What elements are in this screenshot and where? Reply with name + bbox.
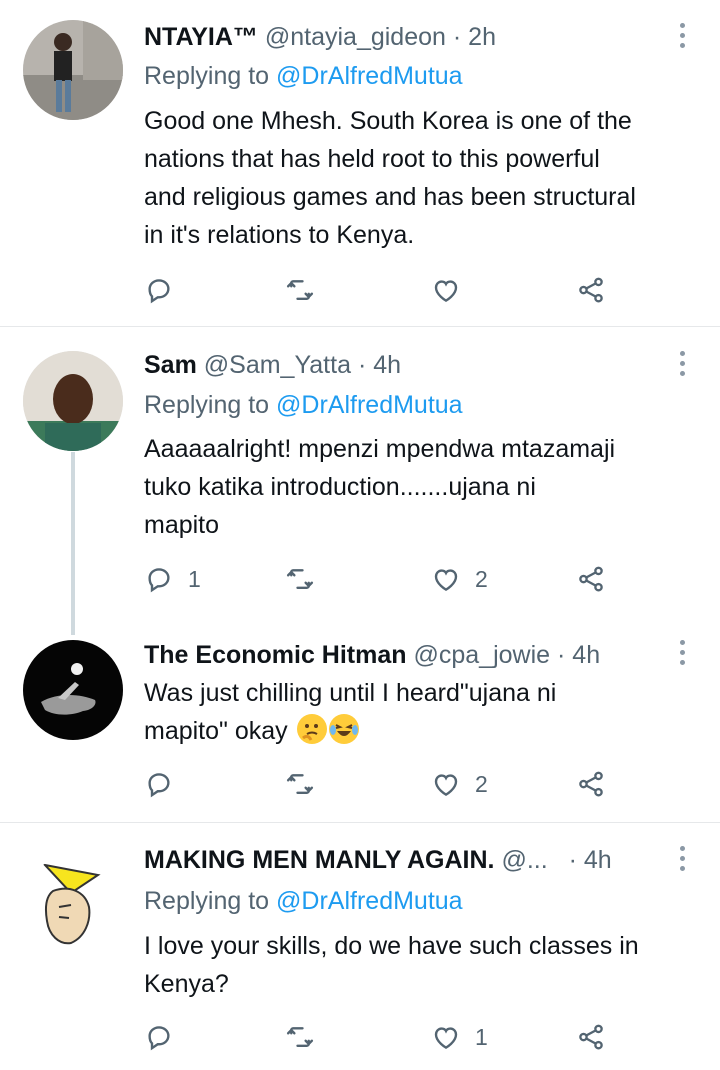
heart-icon <box>434 774 458 796</box>
tweet-text-line: Aaaaaalright! mpenzi mpendwa mtazamaji <box>144 435 616 463</box>
like-button[interactable] <box>431 270 475 310</box>
timestamp[interactable]: 4h <box>584 846 612 874</box>
reply-button[interactable]: 1 <box>144 559 201 599</box>
separator: · <box>557 641 566 669</box>
retweet-icon <box>286 569 314 589</box>
like-button[interactable]: 2 <box>431 559 488 599</box>
display-name[interactable]: MAKING MEN MANLY AGAIN. <box>144 846 494 874</box>
like-button[interactable]: 1 <box>431 1017 488 1057</box>
avatar[interactable] <box>23 855 123 955</box>
retweet-icon <box>286 774 314 794</box>
tweet-2[interactable]: Sam @Sam_Yatta · 4h Replying to @DrAlfre… <box>0 327 720 627</box>
tweet-3[interactable]: The Economic Hitman @cpa_jowie · 4h Was … <box>0 627 720 822</box>
like-count: 2 <box>475 565 488 592</box>
replying-to-label: Replying to <box>144 62 270 90</box>
avatar[interactable] <box>23 640 123 740</box>
mention-link[interactable]: @DrAlfredMutua <box>276 391 463 419</box>
reply-count: 1 <box>188 565 201 592</box>
action-bar: 2 <box>144 764 614 804</box>
avatar[interactable] <box>23 20 123 120</box>
heart-icon <box>434 569 458 591</box>
action-bar <box>144 270 614 310</box>
tweet-text-line: in it's relations to Kenya. <box>144 221 415 249</box>
handle[interactable]: @Sam_Yatta <box>204 351 351 379</box>
display-name[interactable]: Sam <box>144 351 197 379</box>
share-button[interactable] <box>576 270 606 310</box>
retweet-icon <box>286 1027 314 1047</box>
tweet-text: Good one Mhesh. South Korea is one of th… <box>144 102 704 254</box>
mention-link[interactable]: @DrAlfredMutua <box>276 62 463 90</box>
timestamp[interactable]: 4h <box>373 351 401 379</box>
tweet-text-line: Was just chilling until I heard"ujana ni <box>144 679 557 707</box>
tweet-text-line: Kenya? <box>144 970 229 998</box>
timestamp[interactable]: 4h <box>572 641 600 669</box>
reply-icon <box>148 1026 170 1051</box>
handle[interactable]: @ntayia_gideon <box>265 23 446 51</box>
share-icon <box>579 566 603 592</box>
separator: · <box>452 23 462 51</box>
handle[interactable]: @cpa_jowie <box>414 641 551 669</box>
reply-icon <box>148 568 170 593</box>
replying-to: Replying to @DrAlfredMutua <box>144 390 463 420</box>
tweet-1[interactable]: NTAYIA™ @ntayia_gideon · 2h Replying to … <box>0 0 720 326</box>
display-name[interactable]: The Economic Hitman <box>144 641 407 669</box>
tweet-text: I love your skills, do we have such clas… <box>144 927 704 1003</box>
reply-icon <box>148 279 170 304</box>
more-options-icon[interactable] <box>672 637 692 667</box>
thread-connector <box>71 452 75 635</box>
more-options-icon[interactable] <box>672 843 692 873</box>
separator: · <box>568 846 577 874</box>
tweet-text: Aaaaaalright! mpenzi mpendwa mtazamaji t… <box>144 430 704 544</box>
share-icon <box>579 1024 603 1050</box>
replying-to: Replying to @DrAlfredMutua <box>144 61 463 91</box>
reply-button[interactable] <box>144 270 188 310</box>
replying-to-label: Replying to <box>144 391 270 419</box>
like-button[interactable]: 2 <box>431 764 488 804</box>
tweet-text: Was just chilling until I heard"ujana ni… <box>144 674 704 750</box>
tweet-text-line: Good one Mhesh. South Korea is one of th… <box>144 107 632 135</box>
tweet-text-line: and religious games and has been structu… <box>144 183 636 211</box>
replying-to: Replying to @DrAlfredMutua <box>144 886 463 916</box>
separator: · <box>357 351 367 379</box>
action-bar: 1 2 <box>144 559 614 599</box>
retweet-icon <box>286 280 314 300</box>
tweet-text-line-part: mapito" okay <box>144 717 288 745</box>
like-count: 1 <box>475 1023 488 1050</box>
retweet-button[interactable] <box>285 764 315 804</box>
share-button[interactable] <box>576 1017 606 1057</box>
tweet-text-line: nations that has held root to this power… <box>144 145 600 173</box>
tweet-4[interactable]: MAKING MEN MANLY AGAIN. @... · 4h Replyi… <box>0 823 720 1070</box>
reply-button[interactable] <box>144 764 188 804</box>
retweet-button[interactable] <box>285 270 315 310</box>
replying-to-label: Replying to <box>144 887 270 915</box>
handle[interactable]: @... <box>501 846 547 874</box>
share-button[interactable] <box>576 559 606 599</box>
share-icon <box>579 277 603 303</box>
more-options-icon[interactable] <box>672 20 692 50</box>
timestamp[interactable]: 2h <box>468 23 496 51</box>
tweet-text-line: tuko katika introduction.......ujana ni <box>144 473 536 501</box>
reply-button[interactable] <box>144 1017 188 1057</box>
retweet-button[interactable] <box>285 1017 315 1057</box>
laughing-tears-face-icon <box>328 714 359 744</box>
share-button[interactable] <box>576 764 606 804</box>
display-name[interactable]: NTAYIA™ <box>144 23 258 51</box>
tweet-text-line: mapito <box>144 511 220 539</box>
action-bar: 1 <box>144 1017 614 1057</box>
more-options-icon[interactable] <box>672 348 692 378</box>
tweet-text-line: I love your skills, do we have such clas… <box>144 932 639 960</box>
like-count: 2 <box>475 770 488 797</box>
mention-link[interactable]: @DrAlfredMutua <box>276 887 463 915</box>
thinking-face-icon <box>296 714 327 744</box>
reply-icon <box>148 773 170 798</box>
retweet-button[interactable] <box>285 559 315 599</box>
heart-icon <box>434 280 458 302</box>
tweet-text-line: mapito" okay <box>144 712 704 750</box>
share-icon <box>579 771 603 797</box>
avatar[interactable] <box>23 351 123 451</box>
heart-icon <box>434 1027 458 1049</box>
